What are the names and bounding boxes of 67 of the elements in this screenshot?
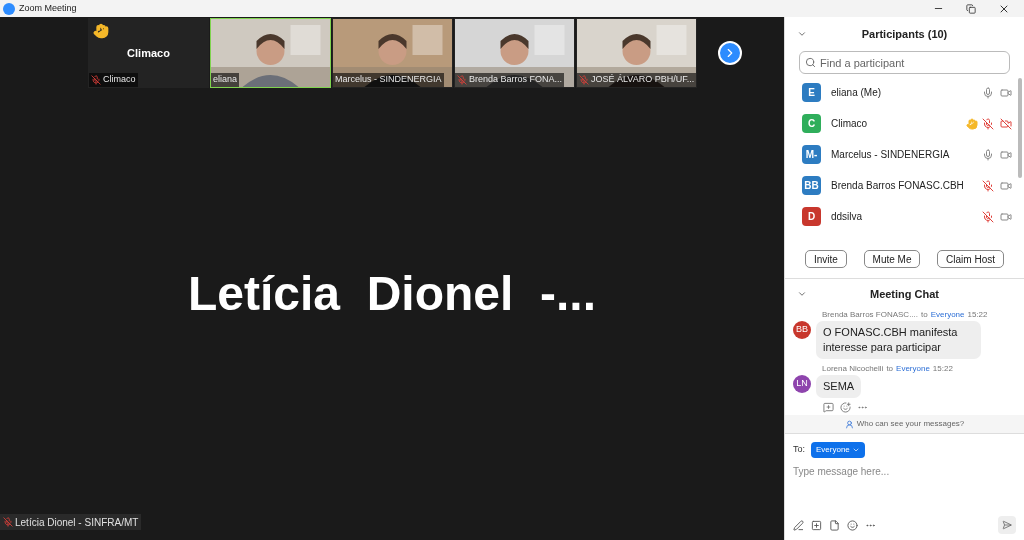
participant-name: Brenda Barros FONASC.CBH [831, 179, 965, 193]
avatar: M- [802, 145, 821, 164]
participant-name: eliana (Me) [831, 86, 883, 100]
window-title: Zoom Meeting [19, 1, 77, 15]
panel-button[interactable]: Mute Me [863, 250, 921, 268]
avatar: LN [793, 375, 811, 393]
format-icon[interactable] [793, 519, 804, 531]
avatar: BB [793, 321, 811, 339]
message-bubble: O FONASC.CBH manifesta interesse para participar [816, 321, 981, 359]
send-button[interactable] [998, 516, 1016, 534]
recipient-dropdown[interactable]: Everyone [811, 442, 865, 458]
recipient-link[interactable]: Everyone [930, 309, 965, 321]
scrollbar[interactable] [1018, 78, 1022, 178]
participant-name: Marcelus - SINDENERGIA [335, 73, 442, 87]
avatar: E [802, 83, 821, 102]
panel-button[interactable]: Invite [805, 250, 847, 268]
message-bubble: SEMA [816, 375, 862, 398]
participant-name: Letícia Dionel - SINFRA/MT [15, 515, 139, 530]
recipient-link[interactable]: Everyone [896, 363, 930, 375]
panel-title: Participants (10) [860, 26, 949, 42]
search-field[interactable]: Find a participant [799, 51, 1010, 74]
avatar: BB [802, 176, 821, 195]
user-icon [844, 419, 854, 429]
recipient-prefix: to [921, 309, 928, 321]
video-tile[interactable]: JOSÉ ÁLVARO PBH/UF... [576, 18, 697, 88]
participant-name: JOSÉ ÁLVARO PBH/UF... [591, 73, 695, 87]
participant-name: Marcelus - SINDENERGIA [831, 148, 951, 162]
message-time: 15:22 [932, 363, 953, 375]
speaker-name: Letícia Dionel -... [187, 266, 597, 322]
recipient-prefix: to [886, 363, 894, 375]
search-icon [805, 57, 816, 68]
avatar: C [802, 114, 821, 133]
message-input[interactable]: Type message here... [793, 464, 1016, 479]
sender-name: Lorena Nicochelli [822, 363, 884, 375]
video-tile[interactable]: Climaco Climaco [88, 18, 209, 88]
screenshot-icon[interactable] [811, 519, 822, 531]
participant-row[interactable]: C Climaco [785, 108, 1018, 139]
panel-title: Meeting Chat [868, 286, 941, 302]
collapse-icon[interactable] [797, 29, 807, 39]
app-logo-icon [3, 2, 15, 15]
video-tile[interactable]: eliana [210, 18, 331, 88]
emoji-icon[interactable] [847, 519, 858, 531]
maximize-icon[interactable] [966, 3, 976, 14]
avatar: D [802, 207, 821, 226]
collapse-icon[interactable] [797, 289, 807, 299]
participant-row[interactable]: D ddsilva [785, 201, 1018, 232]
reaction-icon[interactable] [840, 402, 851, 413]
participant-name: Climaco [831, 117, 869, 131]
participant-row[interactable]: BB Brenda Barros FONASC.CBH [785, 170, 1018, 201]
sender-name: Brenda Barros FONASC.... [822, 309, 919, 321]
video-tile[interactable]: Marcelus - SINDENERGIA [332, 18, 453, 88]
participant-name: ddsilva [831, 210, 864, 224]
next-page-button[interactable] [718, 41, 742, 65]
panel-button[interactable]: Claim Host [937, 250, 1004, 268]
send-icon [1002, 520, 1012, 530]
participant-name: Brenda Barros FONA... [469, 73, 563, 87]
message-time: 15:22 [967, 309, 988, 321]
caret-icon [851, 446, 860, 454]
participant-row[interactable]: E eliana (Me) [785, 77, 1018, 108]
reply-icon[interactable] [823, 402, 834, 413]
participant-name: Climaco [126, 46, 171, 61]
file-icon[interactable] [829, 519, 840, 531]
video-tile[interactable]: Brenda Barros FONA... [454, 18, 575, 88]
to-label: To: [793, 443, 805, 457]
participant-name: Climaco [103, 73, 136, 87]
participant-row[interactable]: M- Marcelus - SINDENERGIA [785, 139, 1018, 170]
participant-name: eliana [213, 73, 238, 87]
